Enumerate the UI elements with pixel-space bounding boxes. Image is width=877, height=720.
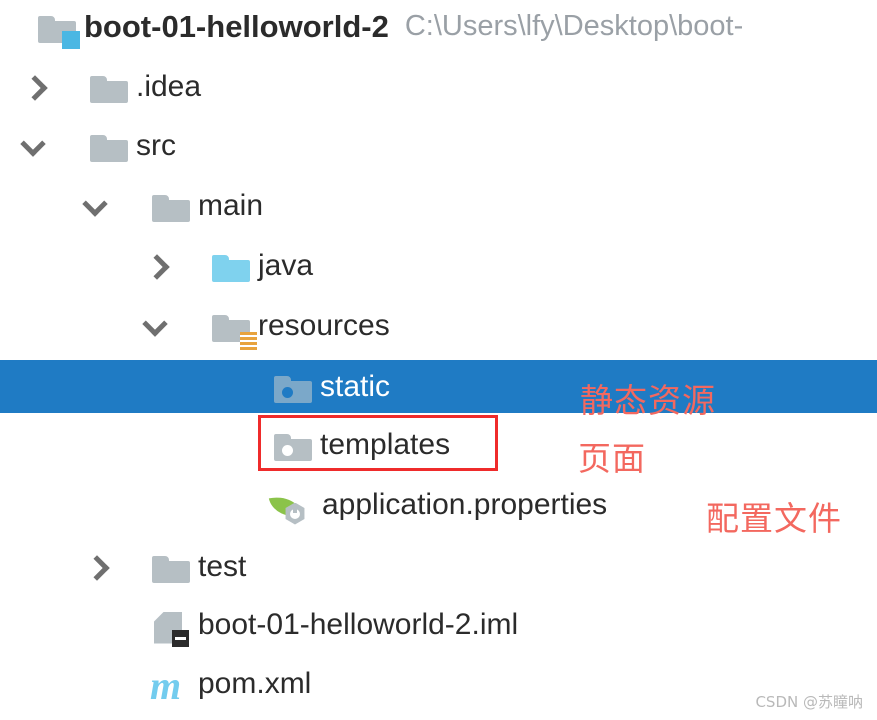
spring-boot-config-icon [268, 485, 314, 525]
chevron-down-icon[interactable] [80, 186, 114, 226]
chevron-down-icon[interactable] [18, 126, 52, 166]
chevron-right-icon[interactable] [80, 547, 114, 587]
package-folder-icon [270, 367, 316, 407]
tree-row-label: test [198, 549, 247, 583]
expand-arrow-placeholder [80, 605, 114, 645]
tree-row-resources[interactable]: resources [0, 299, 877, 352]
tree-row-project-root[interactable]: boot-01-helloworld-2 C:\Users\lfy\Deskto… [0, 0, 877, 53]
project-path-label: C:\Users\lfy\Desktop\boot- [404, 10, 744, 42]
tree-row-pom-xml[interactable]: m pom.xml [0, 657, 877, 710]
chevron-right-icon[interactable] [18, 67, 52, 107]
expand-arrow-placeholder [0, 7, 34, 47]
resources-root-folder-icon [208, 306, 257, 351]
tree-row-static[interactable]: static [0, 360, 877, 413]
tree-row-idea[interactable]: .idea [0, 60, 877, 113]
tree-row-label: pom.xml [198, 666, 312, 700]
tree-row-test[interactable]: test [0, 540, 877, 593]
tree-row-label: resources [258, 308, 390, 342]
folder-icon [86, 126, 132, 166]
annotation-pages: 页面 [578, 439, 646, 478]
maven-pom-icon: m [150, 662, 182, 708]
project-folder-icon [34, 7, 80, 49]
tree-row-label: boot-01-helloworld-2 [84, 8, 389, 44]
tree-row-label: application.properties [322, 487, 608, 521]
folder-icon [148, 186, 194, 226]
expand-arrow-placeholder [202, 425, 236, 465]
tree-row-iml-file[interactable]: boot-01-helloworld-2.iml [0, 598, 877, 651]
tree-row-label: templates [320, 427, 451, 461]
tree-row-label: java [258, 248, 314, 282]
tree-row-label: main [198, 188, 264, 222]
module-badge-icon [62, 30, 80, 49]
folder-icon [86, 67, 132, 107]
folder-icon [148, 547, 194, 587]
tree-row-java[interactable]: java [0, 239, 877, 292]
iml-module-file-icon [148, 605, 194, 647]
annotation-config-file: 配置文件 [706, 499, 842, 538]
csdn-watermark: CSDN @苏瞳呐 [755, 693, 863, 711]
tree-row-label: boot-01-helloworld-2.iml [198, 607, 519, 641]
tree-row-label: src [136, 128, 176, 162]
tree-row-label: static [320, 369, 391, 403]
tree-row-templates[interactable]: templates [0, 418, 877, 471]
package-folder-icon [270, 425, 316, 465]
tree-row-src[interactable]: src [0, 119, 877, 172]
tree-row-main[interactable]: main [0, 179, 877, 232]
project-tree[interactable]: boot-01-helloworld-2 C:\Users\lfy\Deskto… [0, 0, 877, 720]
expand-arrow-placeholder [202, 485, 236, 525]
expand-arrow-placeholder [202, 367, 236, 407]
expand-arrow-placeholder [80, 664, 114, 704]
resources-badge-icon [240, 331, 257, 351]
chevron-right-icon[interactable] [140, 246, 174, 286]
annotation-static-resources: 静态资源 [580, 381, 716, 420]
tree-row-label: .idea [136, 69, 202, 103]
chevron-down-icon[interactable] [140, 306, 174, 346]
module-marker-badge-icon [172, 629, 189, 647]
source-root-folder-icon [208, 246, 254, 286]
